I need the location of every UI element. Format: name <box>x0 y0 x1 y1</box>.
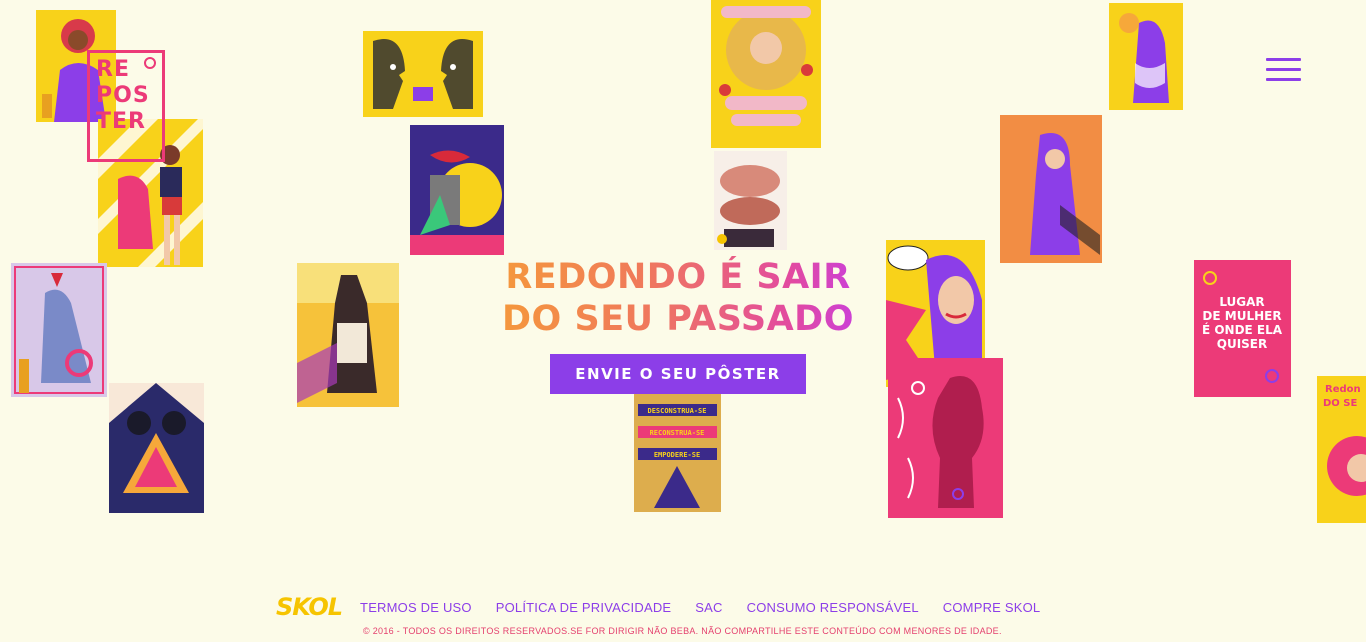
skol-logo[interactable]: SKOL <box>276 593 343 621</box>
footer-nav: SKOL TERMOS DE USO POLÍTICA DE PRIVACIDA… <box>276 592 1064 622</box>
reposter-logo[interactable]: RE POS TER <box>87 50 165 162</box>
logo-line-3: TER <box>96 109 146 134</box>
poster-redonda-edge[interactable]: Redon DO SE <box>1317 376 1366 523</box>
poster-silhouette-pink[interactable] <box>888 358 1003 518</box>
copyright-text: © 2016 - TODOS OS DIREITOS RESERVADOS.SE… <box>363 626 1002 636</box>
send-poster-button[interactable]: ENVIE O SEU PÔSTER <box>550 354 806 394</box>
footer-link-terms[interactable]: TERMOS DE USO <box>360 600 472 615</box>
lugar-line-4: QUISER <box>1217 337 1268 351</box>
redonda-line-1: Redon <box>1325 384 1361 395</box>
poster-desconstrua[interactable]: DESCONSTRUA-SE RECONSTRUA-SE EMPODERE-SE <box>634 392 721 512</box>
logo-line-2: POS <box>96 83 150 108</box>
poster-lady-rose[interactable] <box>11 263 107 397</box>
hero-headline: REDONDO É SAIR DO SEU PASSADO <box>490 256 866 340</box>
poster-lugar-de-mulher[interactable]: LUGAR DE MULHER É ONDE ELA QUISER <box>1194 260 1291 397</box>
lugar-line-3: É ONDE ELA <box>1202 322 1283 337</box>
venus-icon <box>144 57 156 69</box>
poster-profiles[interactable] <box>363 31 483 117</box>
desconstrua-line-2: RECONSTRUA-SE <box>650 429 705 437</box>
footer-link-sac[interactable]: SAC <box>695 600 722 615</box>
poster-pink-woman[interactable] <box>1000 115 1102 263</box>
poster-collage-lips[interactable] <box>410 125 504 255</box>
lugar-line-1: LUGAR <box>1219 295 1264 309</box>
desconstrua-line-1: DESCONSTRUA-SE <box>647 407 706 415</box>
poster-twins-pattern[interactable] <box>109 383 204 513</box>
poster-sunset-girl[interactable] <box>297 263 399 407</box>
headline-line-1: REDONDO É SAIR <box>505 257 851 297</box>
footer-link-buy[interactable]: COMPRE SKOL <box>943 600 1041 615</box>
footer-link-responsible[interactable]: CONSUMO RESPONSÁVEL <box>747 600 919 615</box>
redonda-line-2: DO SE <box>1323 398 1357 409</box>
poster-blonde-waves[interactable] <box>711 0 821 148</box>
desconstrua-line-3: EMPODERE-SE <box>654 451 700 459</box>
poster-purple-woman-top[interactable] <box>1109 3 1183 110</box>
poster-bodies[interactable] <box>714 151 787 250</box>
headline-line-2: DO SEU PASSADO <box>502 299 854 339</box>
lugar-line-2: DE MULHER <box>1202 309 1281 323</box>
hamburger-menu-icon[interactable] <box>1266 58 1301 82</box>
footer-link-privacy[interactable]: POLÍTICA DE PRIVACIDADE <box>496 600 672 615</box>
